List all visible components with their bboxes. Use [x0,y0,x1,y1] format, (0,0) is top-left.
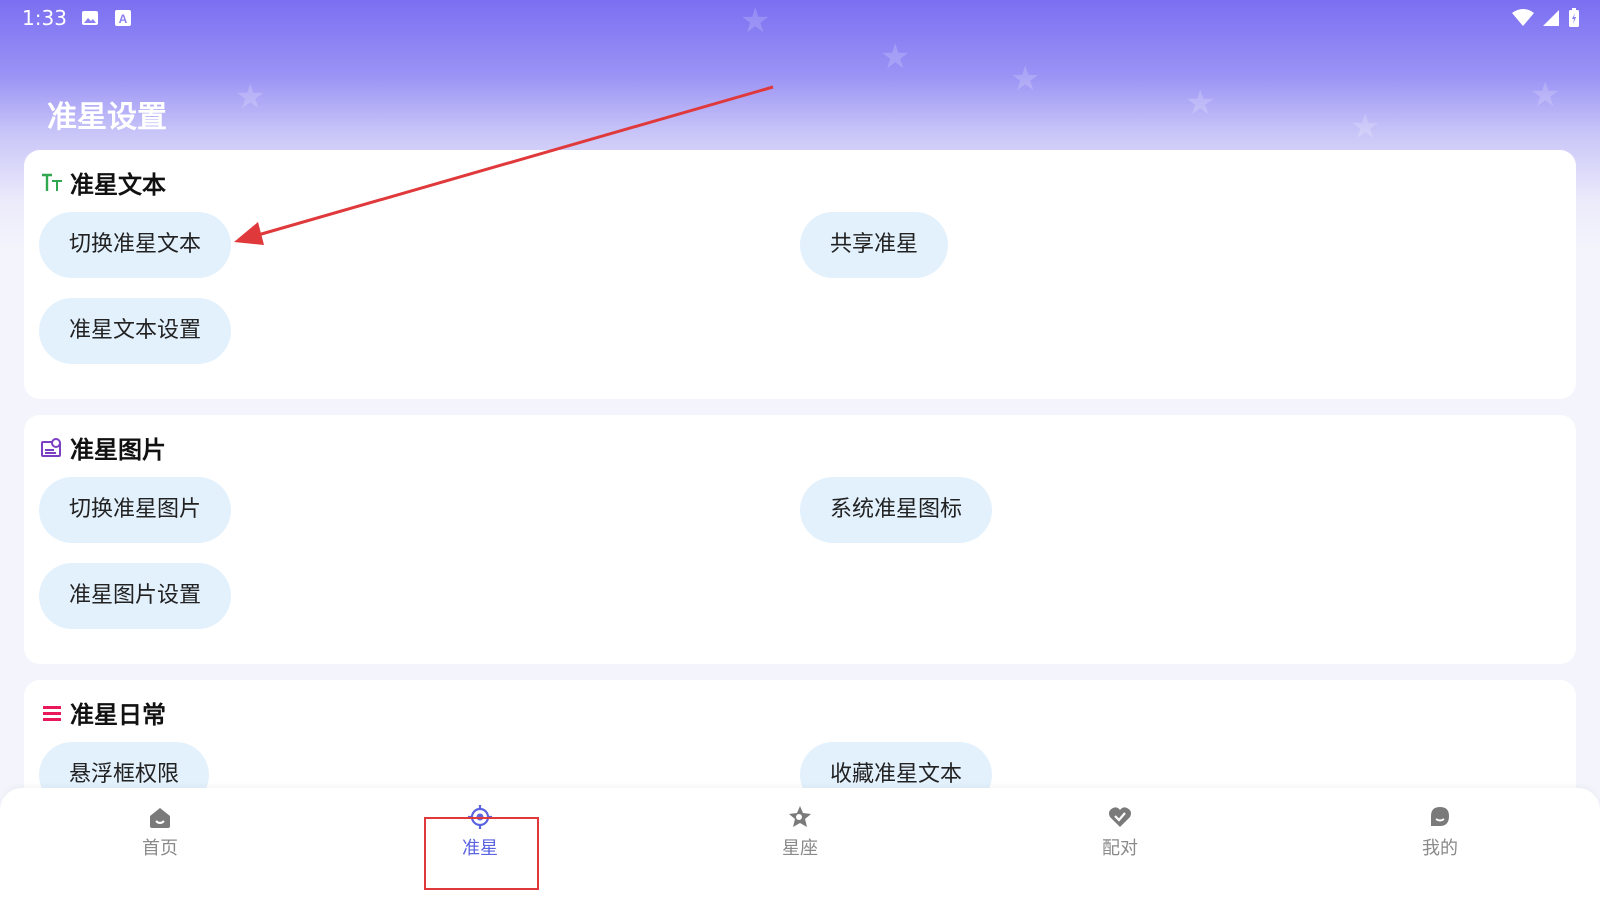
nav-label: 配对 [1102,838,1138,859]
section-card-text: 准星文本 切换准星文本 共享准星 准星文本设置 [24,150,1576,399]
bottom-nav: 首页 准星 星座 配对 我的 [0,788,1600,900]
status-bar: 1:33 A [0,0,1600,38]
image-settings-icon [41,437,61,457]
constellation-icon [789,806,811,827]
share-crosshair-button[interactable]: 共享准星 [800,212,949,278]
section-title: 准星文本 [70,171,166,199]
star-decoration: ★ [1350,107,1381,147]
star-decoration: ★ [1530,75,1561,115]
nav-label: 首页 [142,838,178,859]
highlight-box-annotation [424,817,539,890]
crosshair-image-settings-button[interactable]: 准星图片设置 [39,563,232,629]
section-title: 准星日常 [70,701,166,729]
toggle-crosshair-text-button[interactable]: 切换准星文本 [39,212,232,278]
system-crosshair-icon-button[interactable]: 系统准星图标 [800,477,993,543]
nav-item-home[interactable]: 首页 [90,796,230,886]
image-notification-icon [82,11,98,25]
status-icons [1512,8,1580,28]
nav-item-pairing[interactable]: 配对 [1050,796,1190,886]
page-title: 准星设置 [47,100,167,135]
cell-signal-icon [1543,10,1559,26]
section-card-image: 准星图片 切换准星图片 系统准星图标 准星图片设置 [24,415,1576,664]
list-icon [43,705,61,721]
font-notification-icon: A [115,10,131,26]
section-header: 准星日常 [40,695,166,730]
section-header: 准星文本 [40,165,166,200]
home-icon [150,808,170,828]
section-header: 准星图片 [40,430,166,465]
nav-label: 我的 [1422,838,1458,859]
nav-item-constellation[interactable]: 星座 [730,796,870,886]
star-decoration: ★ [880,37,911,77]
toggle-crosshair-image-button[interactable]: 切换准星图片 [39,477,232,543]
status-time: 1:33 [22,6,67,30]
section-title: 准星图片 [70,436,166,464]
star-decoration: ★ [1010,59,1041,99]
profile-icon [1431,807,1449,826]
text-size-icon [42,173,62,191]
crosshair-text-settings-button[interactable]: 准星文本设置 [39,298,232,364]
nav-item-profile[interactable]: 我的 [1370,796,1510,886]
star-decoration: ★ [1185,83,1216,123]
svg-text:A: A [119,12,128,26]
nav-label: 星座 [782,838,818,859]
heart-pair-icon [1109,807,1131,827]
wifi-icon [1512,9,1534,26]
star-decoration: ★ [235,77,266,117]
battery-icon [1569,8,1579,27]
